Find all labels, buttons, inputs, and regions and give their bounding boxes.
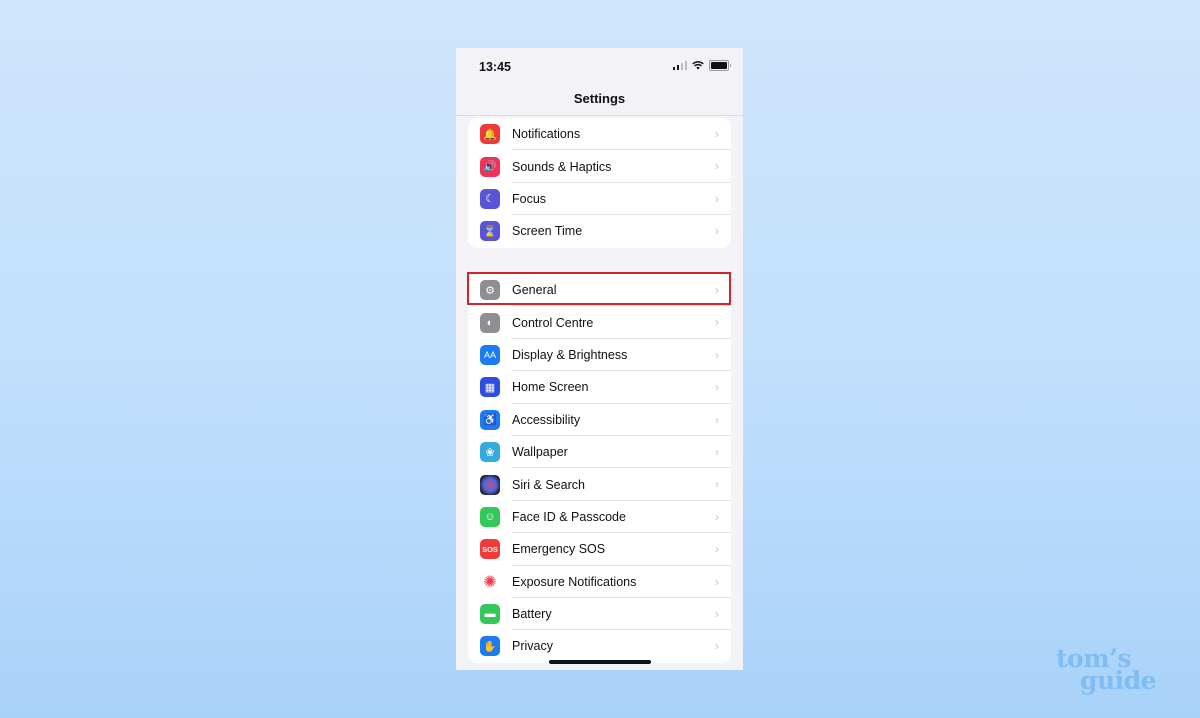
settings-row-emergency-sos[interactable]: SOS Emergency SOS › xyxy=(468,533,731,566)
chevron-right-icon: › xyxy=(715,606,719,621)
settings-row-label: Focus xyxy=(512,191,547,206)
settings-row-label: Notifications xyxy=(512,127,581,142)
settings-group-2: ⚙ General › ◐ Control Centre › AA Display & Bri… xyxy=(468,274,731,663)
chevron-right-icon: › xyxy=(715,477,719,492)
accessibility-icon: ♿ xyxy=(480,409,500,430)
settings-group-1: 🔔 Notifications › 🔊 Sounds & Haptics › ☾ Focus ›… xyxy=(468,118,731,248)
chevron-right-icon: › xyxy=(715,224,719,239)
settings-row-label: Display & Brightness xyxy=(512,347,628,362)
settings-row-label: Battery xyxy=(512,607,552,622)
settings-row-privacy[interactable]: ✋ Privacy › xyxy=(468,630,731,662)
chevron-right-icon: › xyxy=(715,639,719,654)
settings-row-exposure-notifications[interactable]: ✺ Exposure Notifications › xyxy=(468,566,731,598)
chevron-right-icon: › xyxy=(715,574,719,589)
settings-row-screen-time[interactable]: ⌛ Screen Time › xyxy=(468,215,731,247)
chevron-right-icon: › xyxy=(715,542,719,557)
toms-guide-logo: tom’s guide xyxy=(1056,646,1157,695)
page-title: Settings xyxy=(573,91,626,106)
text-size-icon: AA xyxy=(480,344,500,365)
settings-row-control-centre[interactable]: ◐ Control Centre › xyxy=(468,306,731,339)
settings-row-home-screen[interactable]: ▦ Home Screen › xyxy=(468,371,731,404)
status-time: 13:45 xyxy=(479,60,511,74)
settings-row-label: Privacy xyxy=(512,639,553,654)
speaker-icon: 🔊 xyxy=(480,156,500,177)
chevron-right-icon: › xyxy=(715,444,719,459)
settings-row-sounds-haptics[interactable]: 🔊 Sounds & Haptics › xyxy=(468,150,731,183)
battery-icon xyxy=(709,60,731,71)
face-id-icon: ☺ xyxy=(480,506,500,527)
siri-icon: ● xyxy=(480,474,500,495)
settings-row-label: Accessibility xyxy=(512,412,581,427)
chevron-right-icon: › xyxy=(715,127,719,141)
status-icons xyxy=(672,60,731,71)
exposure-icon: ✺ xyxy=(480,571,500,592)
highlight-box-general xyxy=(467,272,731,305)
settings-row-battery[interactable]: ▬ Battery › xyxy=(468,598,731,631)
status-bar: 13:45 xyxy=(456,48,743,86)
settings-row-label: Control Centre xyxy=(512,315,594,330)
phone-screen: 13:45 Settings 🔔 Notifications › 🔊 Sounds & … xyxy=(456,48,743,670)
settings-row-label: Screen Time xyxy=(512,224,583,239)
settings-row-focus[interactable]: ☾ Focus › xyxy=(468,183,731,216)
chevron-right-icon: › xyxy=(715,380,719,395)
cellular-signal-icon xyxy=(672,61,687,70)
app-grid-icon: ▦ xyxy=(480,377,500,398)
chevron-right-icon: › xyxy=(715,315,719,330)
flower-icon: ❀ xyxy=(480,442,500,463)
chevron-right-icon: › xyxy=(715,191,719,206)
settings-row-label: Siri & Search xyxy=(512,477,585,492)
settings-row-label: Home Screen xyxy=(512,380,589,395)
settings-row-display-brightness[interactable]: AA Display & Brightness › xyxy=(468,339,731,372)
header-divider xyxy=(456,115,743,116)
moon-icon: ☾ xyxy=(480,188,500,209)
settings-row-label: Wallpaper xyxy=(512,445,568,460)
settings-row-siri-search[interactable]: ● Siri & Search › xyxy=(468,468,731,501)
wifi-icon xyxy=(692,61,704,70)
settings-row-wallpaper[interactable]: ❀ Wallpaper › xyxy=(468,436,731,469)
settings-row-accessibility[interactable]: ♿ Accessibility › xyxy=(468,404,731,436)
chevron-right-icon: › xyxy=(715,347,719,362)
hand-icon: ✋ xyxy=(480,636,500,657)
logo-line-2: guide xyxy=(1080,666,1157,695)
settings-row-notifications[interactable]: 🔔 Notifications › xyxy=(468,118,731,151)
toggles-icon: ◐ xyxy=(480,312,500,333)
sos-icon: SOS xyxy=(480,539,500,560)
settings-row-label: Emergency SOS xyxy=(512,542,606,557)
hourglass-icon: ⌛ xyxy=(480,221,500,242)
chevron-right-icon: › xyxy=(715,159,719,174)
settings-row-label: Sounds & Haptics xyxy=(512,159,612,174)
bell-icon: 🔔 xyxy=(480,124,500,145)
settings-row-face-id-passcode[interactable]: ☺ Face ID & Passcode › xyxy=(468,501,731,534)
chevron-right-icon: › xyxy=(715,509,719,524)
settings-row-label: Exposure Notifications xyxy=(512,574,637,589)
settings-row-label: Face ID & Passcode xyxy=(512,509,626,524)
home-indicator[interactable] xyxy=(549,660,651,664)
chevron-right-icon: › xyxy=(715,412,719,427)
battery-setting-icon: ▬ xyxy=(480,604,500,625)
